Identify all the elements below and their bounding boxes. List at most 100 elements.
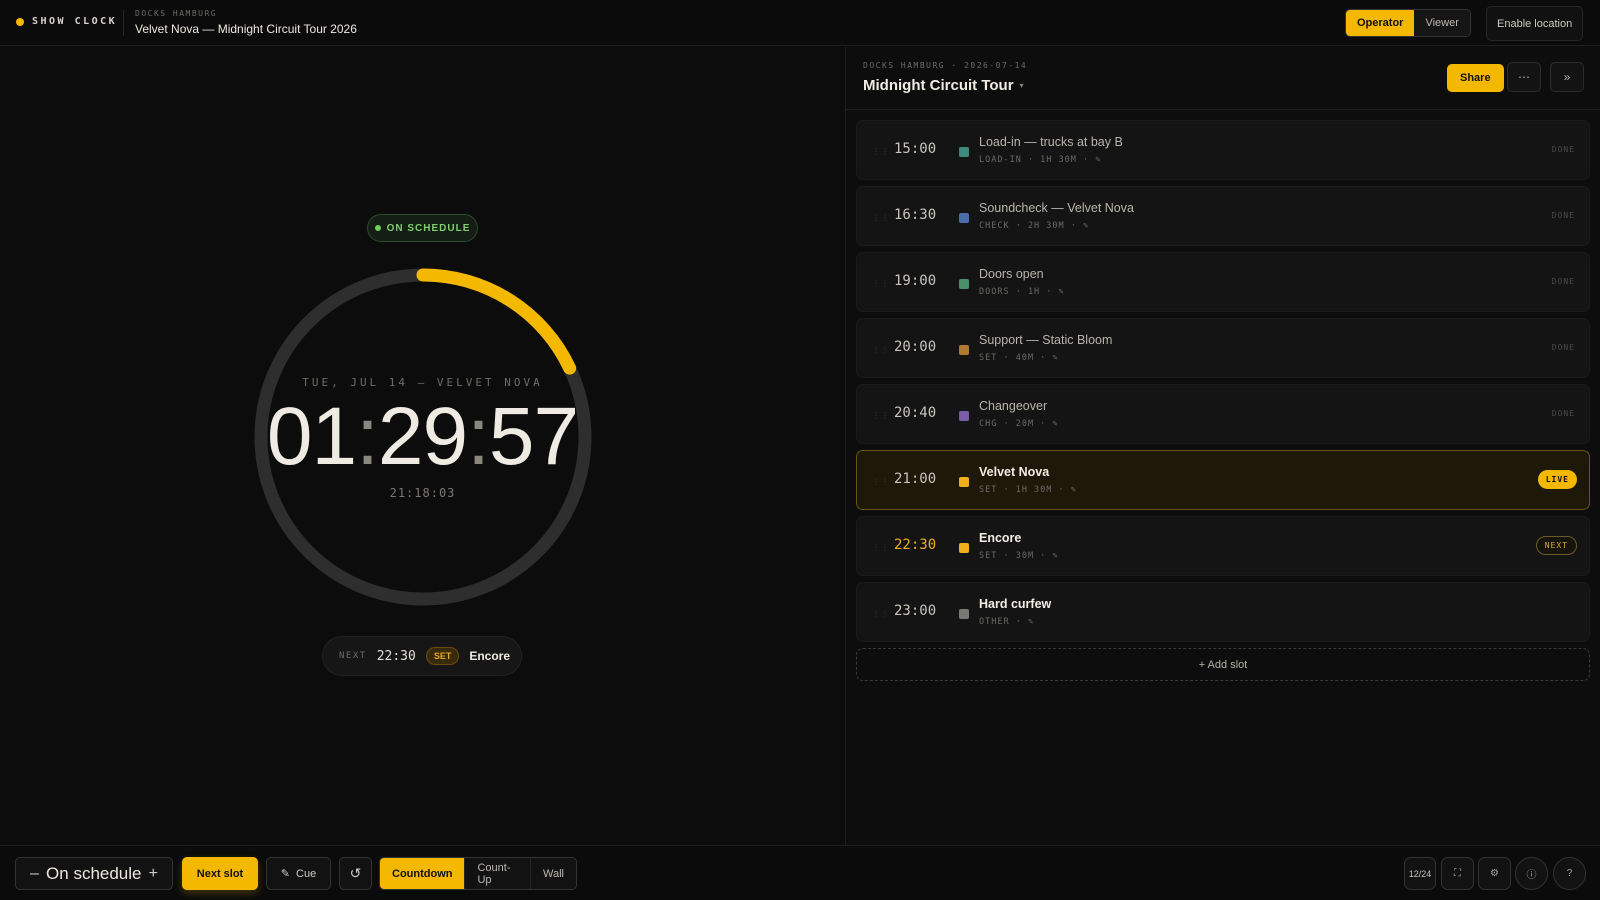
slot-row[interactable]: ⋮⋮ 21:00 Velvet Nova SET · 1H 30M · ✎ LIVE <box>856 450 1590 510</box>
reset-icon: ↺ <box>349 865 362 881</box>
slot-status-badge: DONE <box>1551 211 1575 220</box>
double-chevron-right-icon: » <box>1563 70 1571 84</box>
decrease-offset-button[interactable]: – <box>30 865 39 883</box>
slot-color-swatch <box>959 411 969 421</box>
slot-meta: DOORS · 1H · ✎ <box>979 287 1065 297</box>
countdown-mode-button[interactable]: Countdown <box>380 858 466 889</box>
status-dot-icon <box>374 225 381 231</box>
show-title[interactable]: Midnight Circuit Tour ▾ <box>863 77 1024 94</box>
slot-row[interactable]: ⋮⋮ 16:30 Soundcheck — Velvet Nova CHECK · 2… <box>856 186 1590 246</box>
slot-name: Encore <box>979 531 1022 545</box>
drag-handle-icon[interactable]: ⋮⋮ <box>872 279 890 288</box>
slot-name: Hard curfew <box>979 597 1052 611</box>
countdown-minutes: 29 <box>377 391 468 482</box>
share-button[interactable]: Share <box>1447 64 1504 92</box>
slot-meta: SET · 1H 30M · ✎ <box>979 485 1077 495</box>
more-icon: ⋯ <box>1518 70 1530 84</box>
info-icon: ⓘ <box>1526 870 1537 881</box>
slot-row[interactable]: ⋮⋮ 20:00 Support — Static Bloom SET · 40M ·… <box>856 318 1590 378</box>
pencil-icon: ✎ <box>280 868 291 880</box>
offset-control: – On schedule + <box>15 857 173 890</box>
slot-status-badge: DONE <box>1551 277 1575 286</box>
slot-row[interactable]: ⋮⋮ 19:00 Doors open DOORS · 1H · ✎ DONE <box>856 252 1590 312</box>
drag-handle-icon[interactable]: ⋮⋮ <box>872 213 890 222</box>
slot-color-swatch <box>959 213 969 223</box>
increase-offset-button[interactable]: + <box>149 865 158 883</box>
slot-list: ⋮⋮ 15:00 Load-in — trucks at bay B LOAD-IN … <box>856 120 1590 681</box>
drag-handle-icon[interactable]: ⋮⋮ <box>872 345 890 354</box>
slot-time: 20:40 <box>894 405 937 421</box>
slot-meta: CHG · 20M · ✎ <box>979 419 1059 429</box>
enable-location-button[interactable]: Enable location <box>1486 6 1584 41</box>
viewer-button[interactable]: Viewer <box>1414 10 1470 36</box>
slot-time: 23:00 <box>894 603 937 619</box>
slot-meta: SET · 30M · ✎ <box>979 551 1059 561</box>
slot-color-swatch <box>959 147 969 157</box>
slot-status-badge: DONE <box>1551 343 1575 352</box>
mode-toggle: Countdown Count-Up Wall <box>379 857 577 890</box>
count-up-mode-button[interactable]: Count-Up <box>465 858 532 889</box>
header-venue: DOCKS HAMBURG <box>135 9 218 18</box>
slot-row[interactable]: ⋮⋮ 22:30 Encore SET · 30M · ✎ NEXT <box>856 516 1590 576</box>
drag-handle-icon[interactable]: ⋮⋮ <box>872 609 890 618</box>
slot-row[interactable]: ⋮⋮ 15:00 Load-in — trucks at bay B LOAD-IN … <box>856 120 1590 180</box>
slot-status-badge: DONE <box>1551 409 1575 418</box>
slot-time: 19:00 <box>894 273 937 289</box>
next-title: Encore <box>469 649 511 663</box>
slot-time: 16:30 <box>894 207 937 223</box>
clock-pane: ON SCHEDULE TUE, JUL 14 — VELVET NOVA 01… <box>0 47 845 845</box>
bottom-toolbar: – On schedule + Next slot ✎ Cue ↺ Countd… <box>0 845 1600 900</box>
slot-meta: LOAD-IN · 1H 30M · ✎ <box>979 155 1102 165</box>
slot-row[interactable]: ⋮⋮ 23:00 Hard curfew OTHER · ✎ <box>856 582 1590 642</box>
role-toggle: Operator Viewer <box>1345 9 1471 37</box>
slot-time: 20:00 <box>894 339 937 355</box>
drag-handle-icon[interactable]: ⋮⋮ <box>872 147 890 156</box>
slot-color-swatch <box>959 477 969 487</box>
slot-name: Doors open <box>979 267 1044 281</box>
cue-button[interactable]: ✎ Cue <box>266 857 331 890</box>
hour-format-button[interactable]: 12/24 <box>1404 857 1436 890</box>
settings-button[interactable]: ⚙ <box>1478 857 1511 890</box>
add-slot-button[interactable]: + Add slot <box>856 648 1590 681</box>
collapse-panel-button[interactable]: » <box>1550 62 1584 92</box>
countdown-display: 01:29:57 <box>0 389 845 484</box>
slot-status-badge: NEXT <box>1535 536 1577 555</box>
next-label: NEXT <box>339 651 367 661</box>
info-button[interactable]: ⓘ <box>1515 857 1548 890</box>
hour-format-label: 12/24 <box>1408 868 1432 879</box>
drag-handle-icon[interactable]: ⋮⋮ <box>872 543 890 552</box>
drag-handle-icon[interactable]: ⋮⋮ <box>872 411 890 420</box>
slot-name: Changeover <box>979 399 1048 413</box>
help-button[interactable]: ? <box>1553 857 1586 890</box>
slot-meta: OTHER · ✎ <box>979 617 1035 627</box>
fullscreen-button[interactable]: ⛶ <box>1441 857 1474 890</box>
brand: SHOW CLOCK <box>16 16 117 27</box>
slot-color-swatch <box>959 543 969 553</box>
operator-button[interactable]: Operator <box>1346 10 1415 36</box>
slot-time: 22:30 <box>894 537 937 553</box>
slot-row[interactable]: ⋮⋮ 20:40 Changeover CHG · 20M · ✎ DONE <box>856 384 1590 444</box>
reset-button[interactable]: ↺ <box>339 857 372 890</box>
next-slot-button[interactable]: Next slot <box>182 857 258 890</box>
brand-dot-icon <box>16 17 24 26</box>
current-time: 21:18:03 <box>389 486 456 500</box>
slot-color-swatch <box>959 609 969 619</box>
more-options-button[interactable]: ⋯ <box>1507 62 1541 92</box>
slot-time: 15:00 <box>894 141 937 157</box>
slot-color-swatch <box>959 279 969 289</box>
next-time: 22:30 <box>376 648 416 664</box>
slot-meta: CHECK · 2H 30M · ✎ <box>979 221 1090 231</box>
drag-handle-icon[interactable]: ⋮⋮ <box>872 477 890 486</box>
status-text: ON SCHEDULE <box>386 222 471 234</box>
next-category-badge: SET <box>425 647 460 665</box>
show-venue-date: DOCKS HAMBURG · 2026-07-14 <box>863 61 1028 70</box>
header-title: Velvet Nova — Midnight Circuit Tour 2026 <box>135 22 357 36</box>
countdown-hours: 01 <box>266 391 357 482</box>
countdown-separator: : <box>467 391 490 482</box>
schedule-pane: DOCKS HAMBURG · 2026-07-14 Midnight Circ… <box>845 47 1600 845</box>
slot-status-badge: DONE <box>1551 145 1575 154</box>
wall-mode-button[interactable]: Wall <box>531 858 576 889</box>
brand-name: SHOW CLOCK <box>32 16 118 27</box>
slot-color-swatch <box>959 345 969 355</box>
schedule-divider <box>846 109 1600 110</box>
